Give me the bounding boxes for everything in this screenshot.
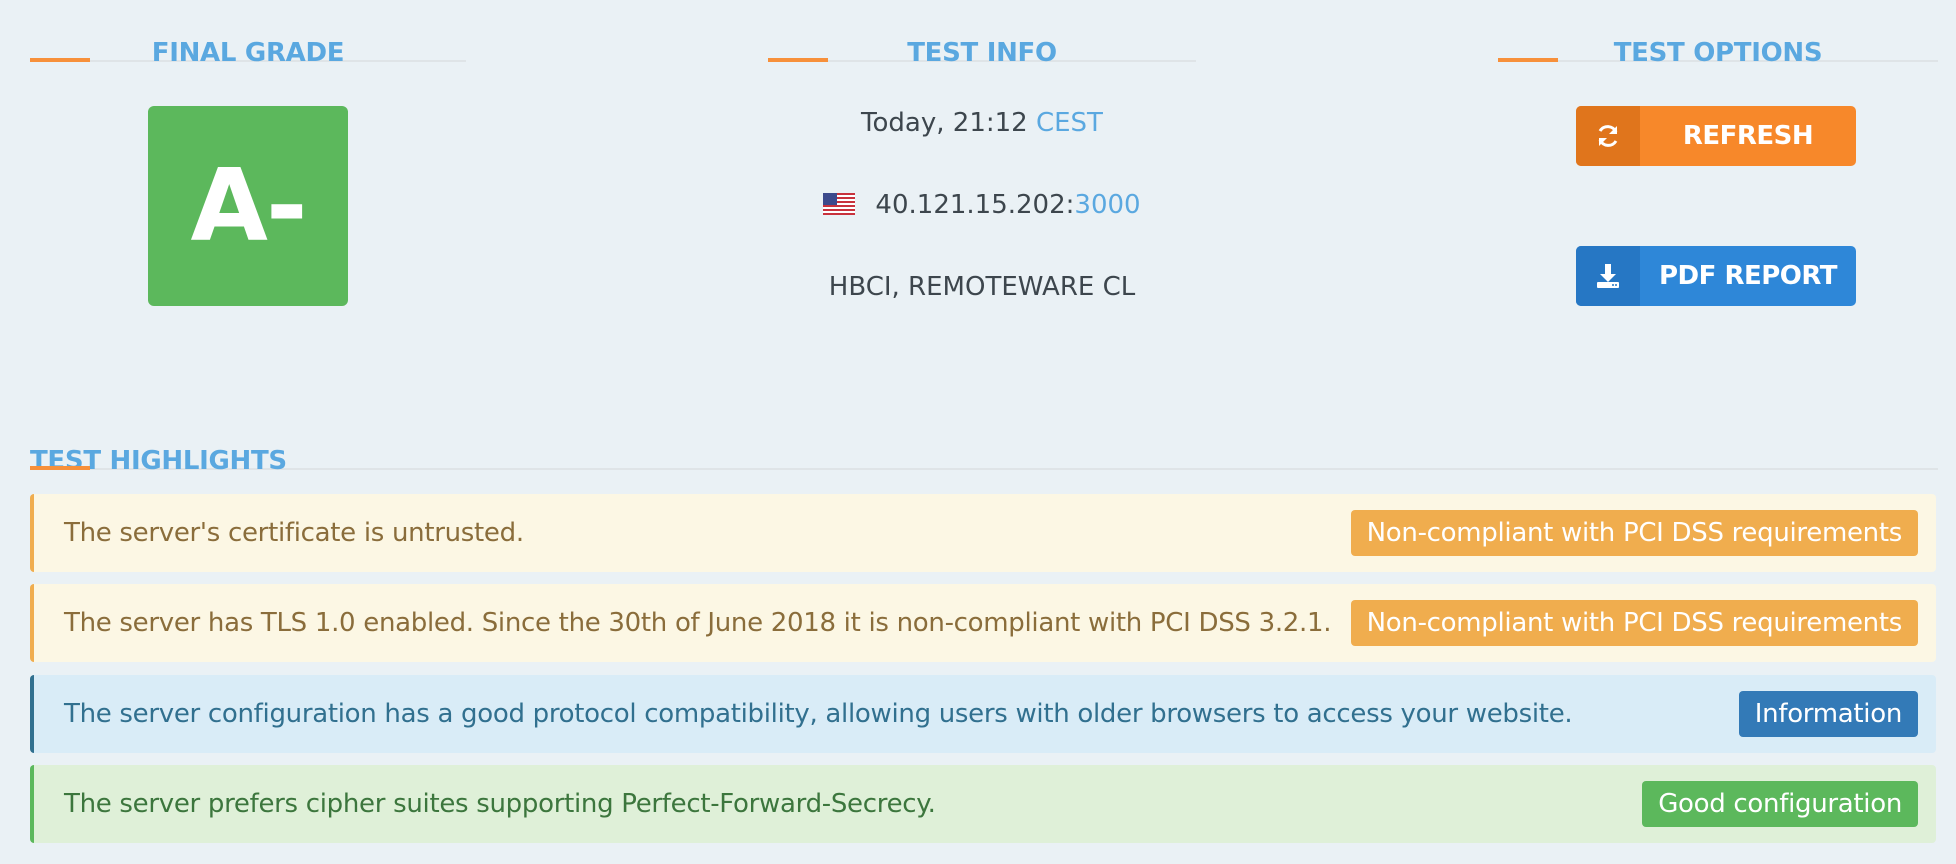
timezone: CEST — [1035, 108, 1103, 138]
highlight-badge: Non-compliant with PCI DSS requirements — [1350, 600, 1918, 646]
grade-badge: A- — [148, 106, 348, 306]
refresh-icon — [1576, 106, 1640, 166]
highlight-text: The server prefers cipher suites support… — [64, 789, 936, 819]
refresh-button[interactable]: REFRESH — [1576, 106, 1856, 166]
test-highlights-heading: TEST HIGHLIGHTS — [30, 436, 1938, 474]
highlight-badge: Non-compliant with PCI DSS requirements — [1350, 510, 1918, 556]
highlight-row: The server's certificate is untrusted. N… — [30, 494, 1936, 572]
port: 3000 — [1074, 190, 1141, 220]
highlight-text: The server configuration has a good prot… — [64, 699, 1573, 729]
organization: HBCI, REMOTEWARE CL — [828, 272, 1136, 302]
ip-address: 40.121.15.202: — [875, 190, 1075, 220]
test-info-title: TEST INFO — [907, 38, 1057, 68]
test-info-heading: TEST INFO — [768, 28, 1196, 66]
highlight-row: The server configuration has a good prot… — [30, 675, 1936, 753]
pdf-report-button[interactable]: PDF REPORT — [1576, 246, 1856, 306]
highlight-badge: Information — [1738, 691, 1918, 737]
test-date-text: Today, 21:12 — [861, 108, 1028, 138]
highlight-text: The server has TLS 1.0 enabled. Since th… — [64, 608, 1332, 638]
highlight-row: The server prefers cipher suites support… — [30, 765, 1936, 843]
final-grade-heading: FINAL GRADE — [30, 28, 466, 66]
heading-accent — [768, 58, 828, 62]
test-address: 40.121.15.202:3000 — [768, 190, 1196, 220]
test-date: Today, 21:12 CEST — [768, 108, 1196, 138]
heading-accent — [30, 466, 90, 470]
highlight-text: The server's certificate is untrusted. — [64, 518, 524, 548]
refresh-label: REFRESH — [1682, 121, 1814, 151]
test-highlights-title: TEST HIGHLIGHTS — [30, 446, 287, 476]
highlight-badge: Good configuration — [1642, 781, 1918, 827]
test-options-title: TEST OPTIONS — [1613, 38, 1823, 68]
pdf-report-label: PDF REPORT — [1659, 261, 1837, 291]
download-icon — [1576, 246, 1640, 306]
final-grade-title: FINAL GRADE — [151, 38, 345, 68]
heading-accent — [1498, 58, 1558, 62]
highlight-row: The server has TLS 1.0 enabled. Since th… — [30, 584, 1936, 662]
us-flag-icon — [823, 193, 856, 215]
heading-accent — [30, 58, 90, 62]
test-options-heading: TEST OPTIONS — [1498, 28, 1938, 66]
